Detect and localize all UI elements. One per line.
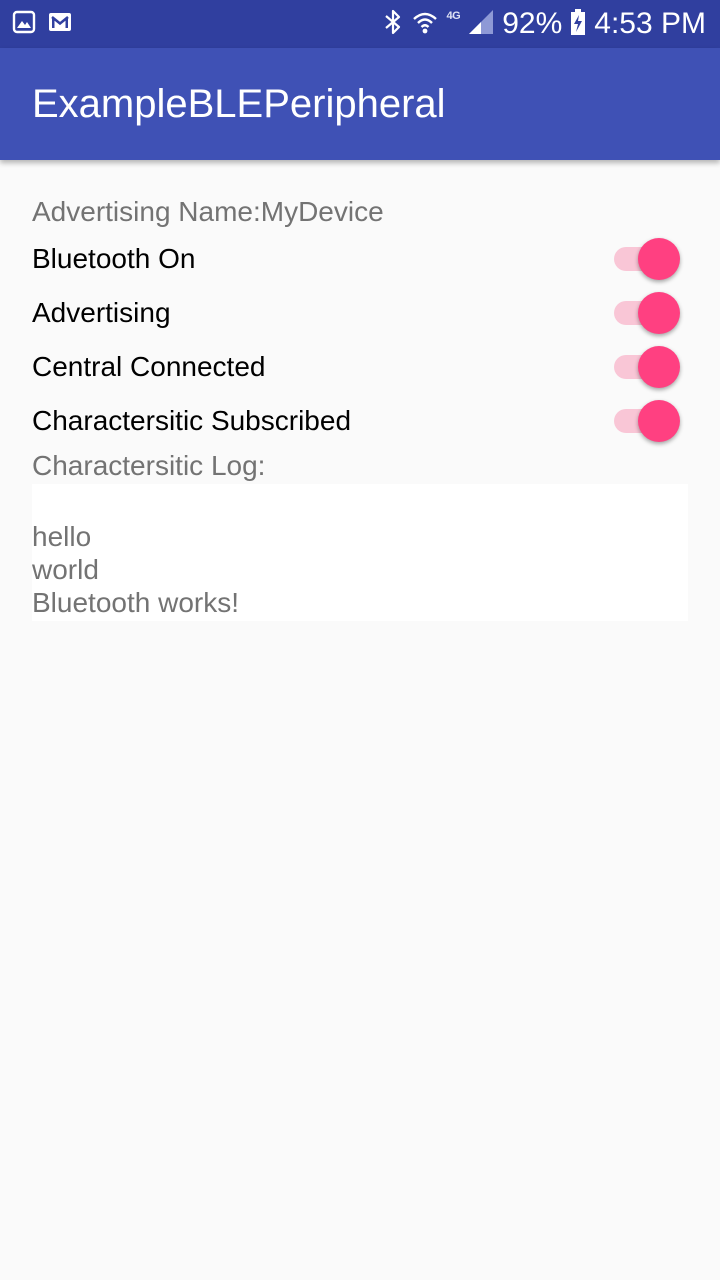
switch-thumb xyxy=(638,346,680,388)
notification-icons xyxy=(12,10,72,34)
app-title: ExampleBLEPeripheral xyxy=(32,82,446,126)
toggle-row-advertising: Advertising xyxy=(32,287,688,339)
characteristic-log-label: Charactersitic Log: xyxy=(32,450,266,481)
toggle-row-central-connected: Central Connected xyxy=(32,341,688,393)
advertising-switch[interactable] xyxy=(614,291,682,335)
toggle-row-characteristic-subscribed: Charactersitic Subscribed xyxy=(32,395,688,447)
network-type-label: 4G xyxy=(446,10,461,22)
advertising-label: Advertising xyxy=(32,297,171,328)
battery-percent: 92% xyxy=(502,7,563,40)
toggle-row-bluetooth: Bluetooth On xyxy=(32,233,688,285)
characteristic-subscribed-switch[interactable] xyxy=(614,399,682,443)
log-line: world xyxy=(32,554,99,585)
system-icons: 4G 92% 4:53 PM xyxy=(383,0,706,48)
wifi-icon xyxy=(411,8,439,41)
switch-thumb xyxy=(638,238,680,280)
switch-thumb xyxy=(638,292,680,334)
characteristic-log: hello world Bluetooth works! xyxy=(32,484,688,621)
log-lines: hello world Bluetooth works! xyxy=(32,520,239,619)
central-connected-switch[interactable] xyxy=(614,345,682,389)
bluetooth-on-switch[interactable] xyxy=(614,237,682,281)
image-icon xyxy=(12,10,36,34)
battery-charging-icon xyxy=(570,8,586,41)
log-line: Bluetooth works! xyxy=(32,587,239,618)
signal-icon xyxy=(468,9,494,40)
clock: 4:53 PM xyxy=(594,7,706,40)
central-connected-label: Central Connected xyxy=(32,351,266,382)
status-bar: 4G 92% 4:53 PM xyxy=(0,0,720,48)
app-bar: ExampleBLEPeripheral xyxy=(0,48,720,160)
log-line: hello xyxy=(32,521,92,552)
bluetooth-on-label: Bluetooth On xyxy=(32,243,196,274)
advertising-name-label: Advertising Name:MyDevice xyxy=(32,196,384,227)
bluetooth-icon xyxy=(383,8,403,41)
characteristic-subscribed-label: Charactersitic Subscribed xyxy=(32,405,352,436)
gmail-icon xyxy=(48,10,72,34)
switch-thumb xyxy=(638,400,680,442)
